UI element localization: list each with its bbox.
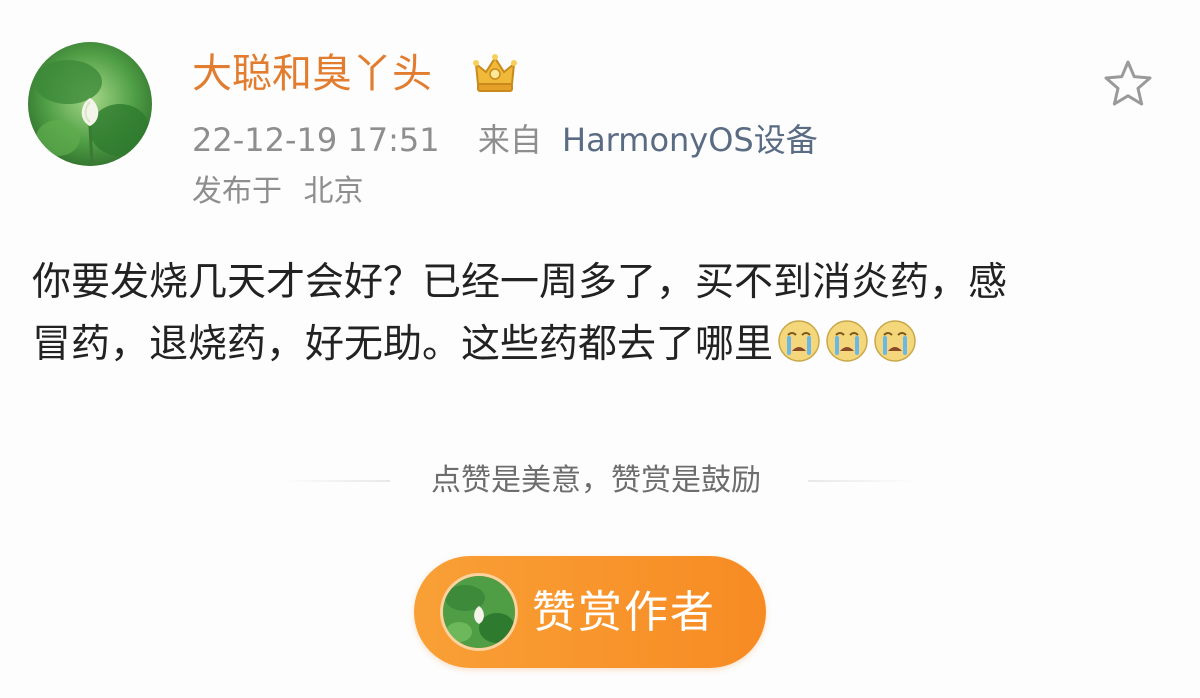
post-body-line: 你要发烧几天才会好？已经一周多了，买不到消炎药，感	[32, 260, 1008, 305]
crying-face-icon	[777, 319, 821, 363]
star-icon[interactable]	[1100, 56, 1156, 112]
reward-note: 点赞是美意，赞赏是鼓励	[431, 463, 761, 498]
author-avatar[interactable]	[28, 42, 152, 166]
crying-face-icon	[873, 319, 917, 363]
reward-button-label: 赞赏作者	[532, 587, 716, 638]
crown-icon	[470, 48, 520, 98]
post-timestamp: 22-12-19 17:51	[192, 121, 440, 159]
divider-left	[280, 480, 390, 482]
post-meta: 22-12-19 17:51 来自 HarmonyOS设备	[192, 118, 818, 162]
author-name[interactable]: 大聪和臭丫头	[192, 46, 432, 102]
reward-author-avatar	[440, 573, 518, 651]
post-body: 你要发烧几天才会好？已经一周多了，买不到消炎药，感 冒药，退烧药，好无助。这些药…	[32, 252, 1172, 376]
weibo-post-card: 大聪和臭丫头 22-12-19 17:51 来自 HarmonyOS设备 发布于…	[0, 0, 1200, 698]
post-location: 发布于 北京	[192, 170, 364, 214]
location-value: 北京	[303, 174, 364, 209]
post-body-text: 冒药，退烧药，好无助。这些药都去了哪里	[32, 322, 774, 367]
reward-author-button[interactable]: 赞赏作者	[414, 556, 766, 668]
post-body-line: 冒药，退烧药，好无助。这些药都去了哪里	[32, 314, 1172, 376]
crying-face-icon	[825, 319, 869, 363]
source-device-link[interactable]: HarmonyOS设备	[562, 121, 818, 159]
divider-right	[808, 480, 918, 482]
location-label: 发布于	[192, 174, 282, 209]
source-label: 来自	[477, 121, 542, 159]
